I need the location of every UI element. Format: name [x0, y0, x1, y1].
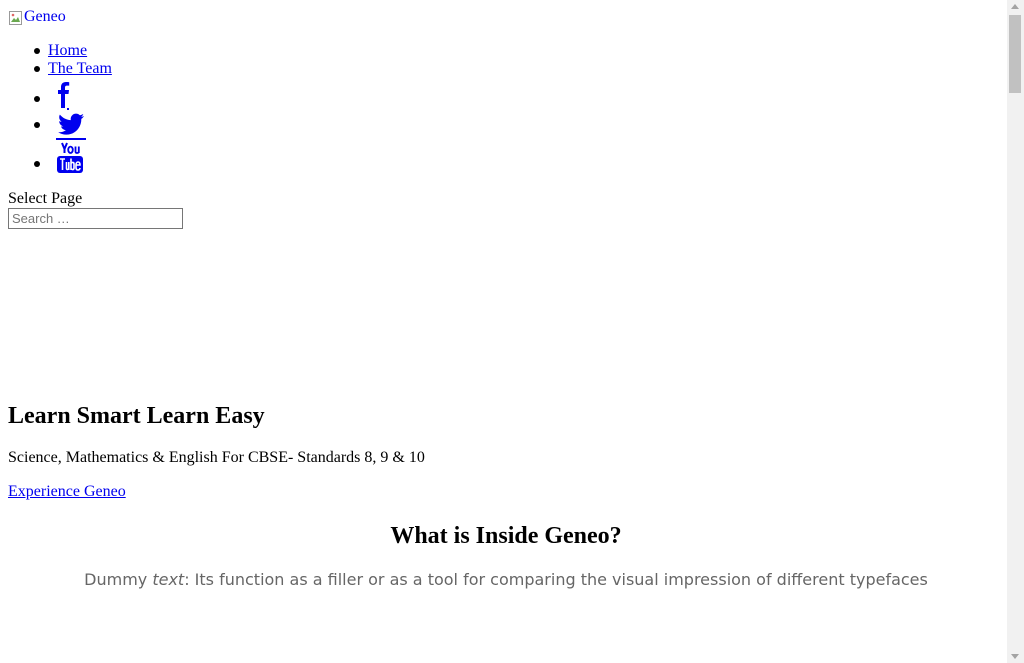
scrollbar-thumb[interactable]	[1009, 15, 1021, 93]
scroll-down-arrow-icon[interactable]	[1011, 654, 1019, 659]
facebook-icon	[58, 82, 70, 110]
menu-item-the-team: The Team	[8, 60, 112, 78]
menu-item-youtube	[8, 140, 112, 174]
home-link[interactable]: Home	[48, 42, 87, 59]
youtube-link[interactable]	[56, 140, 84, 179]
desc-emphasis: text	[152, 570, 185, 589]
hero-title: Learn Smart Learn Easy	[8, 403, 265, 429]
experience-geneo-link[interactable]: Experience Geneo	[8, 483, 126, 501]
youtube-icon	[57, 142, 83, 173]
scroll-up-arrow-icon[interactable]	[1011, 4, 1019, 9]
main-menu: Home The Team	[8, 42, 112, 174]
vertical-scrollbar[interactable]	[1007, 0, 1024, 663]
menu-item-twitter	[8, 110, 112, 140]
hero-subtitle: Science, Mathematics & English For CBSE-…	[8, 449, 425, 466]
site-logo[interactable]: Geneo	[8, 8, 66, 26]
desc-rest: : Its function as a filler or as a tool …	[184, 570, 928, 589]
select-page-label[interactable]: Select Page	[8, 190, 82, 208]
broken-image-icon	[8, 9, 24, 25]
section-title: What is Inside Geneo?	[390, 523, 622, 549]
menu-item-facebook	[8, 78, 112, 110]
section-description: Dummy text: Its function as a filler or …	[8, 570, 1004, 590]
logo-alt-text: Geneo	[24, 8, 66, 25]
search-input[interactable]	[8, 208, 183, 229]
twitter-icon	[56, 113, 86, 140]
the-team-link[interactable]: The Team	[48, 60, 112, 77]
menu-item-home: Home	[8, 42, 112, 60]
desc-prefix: Dummy	[84, 570, 153, 589]
